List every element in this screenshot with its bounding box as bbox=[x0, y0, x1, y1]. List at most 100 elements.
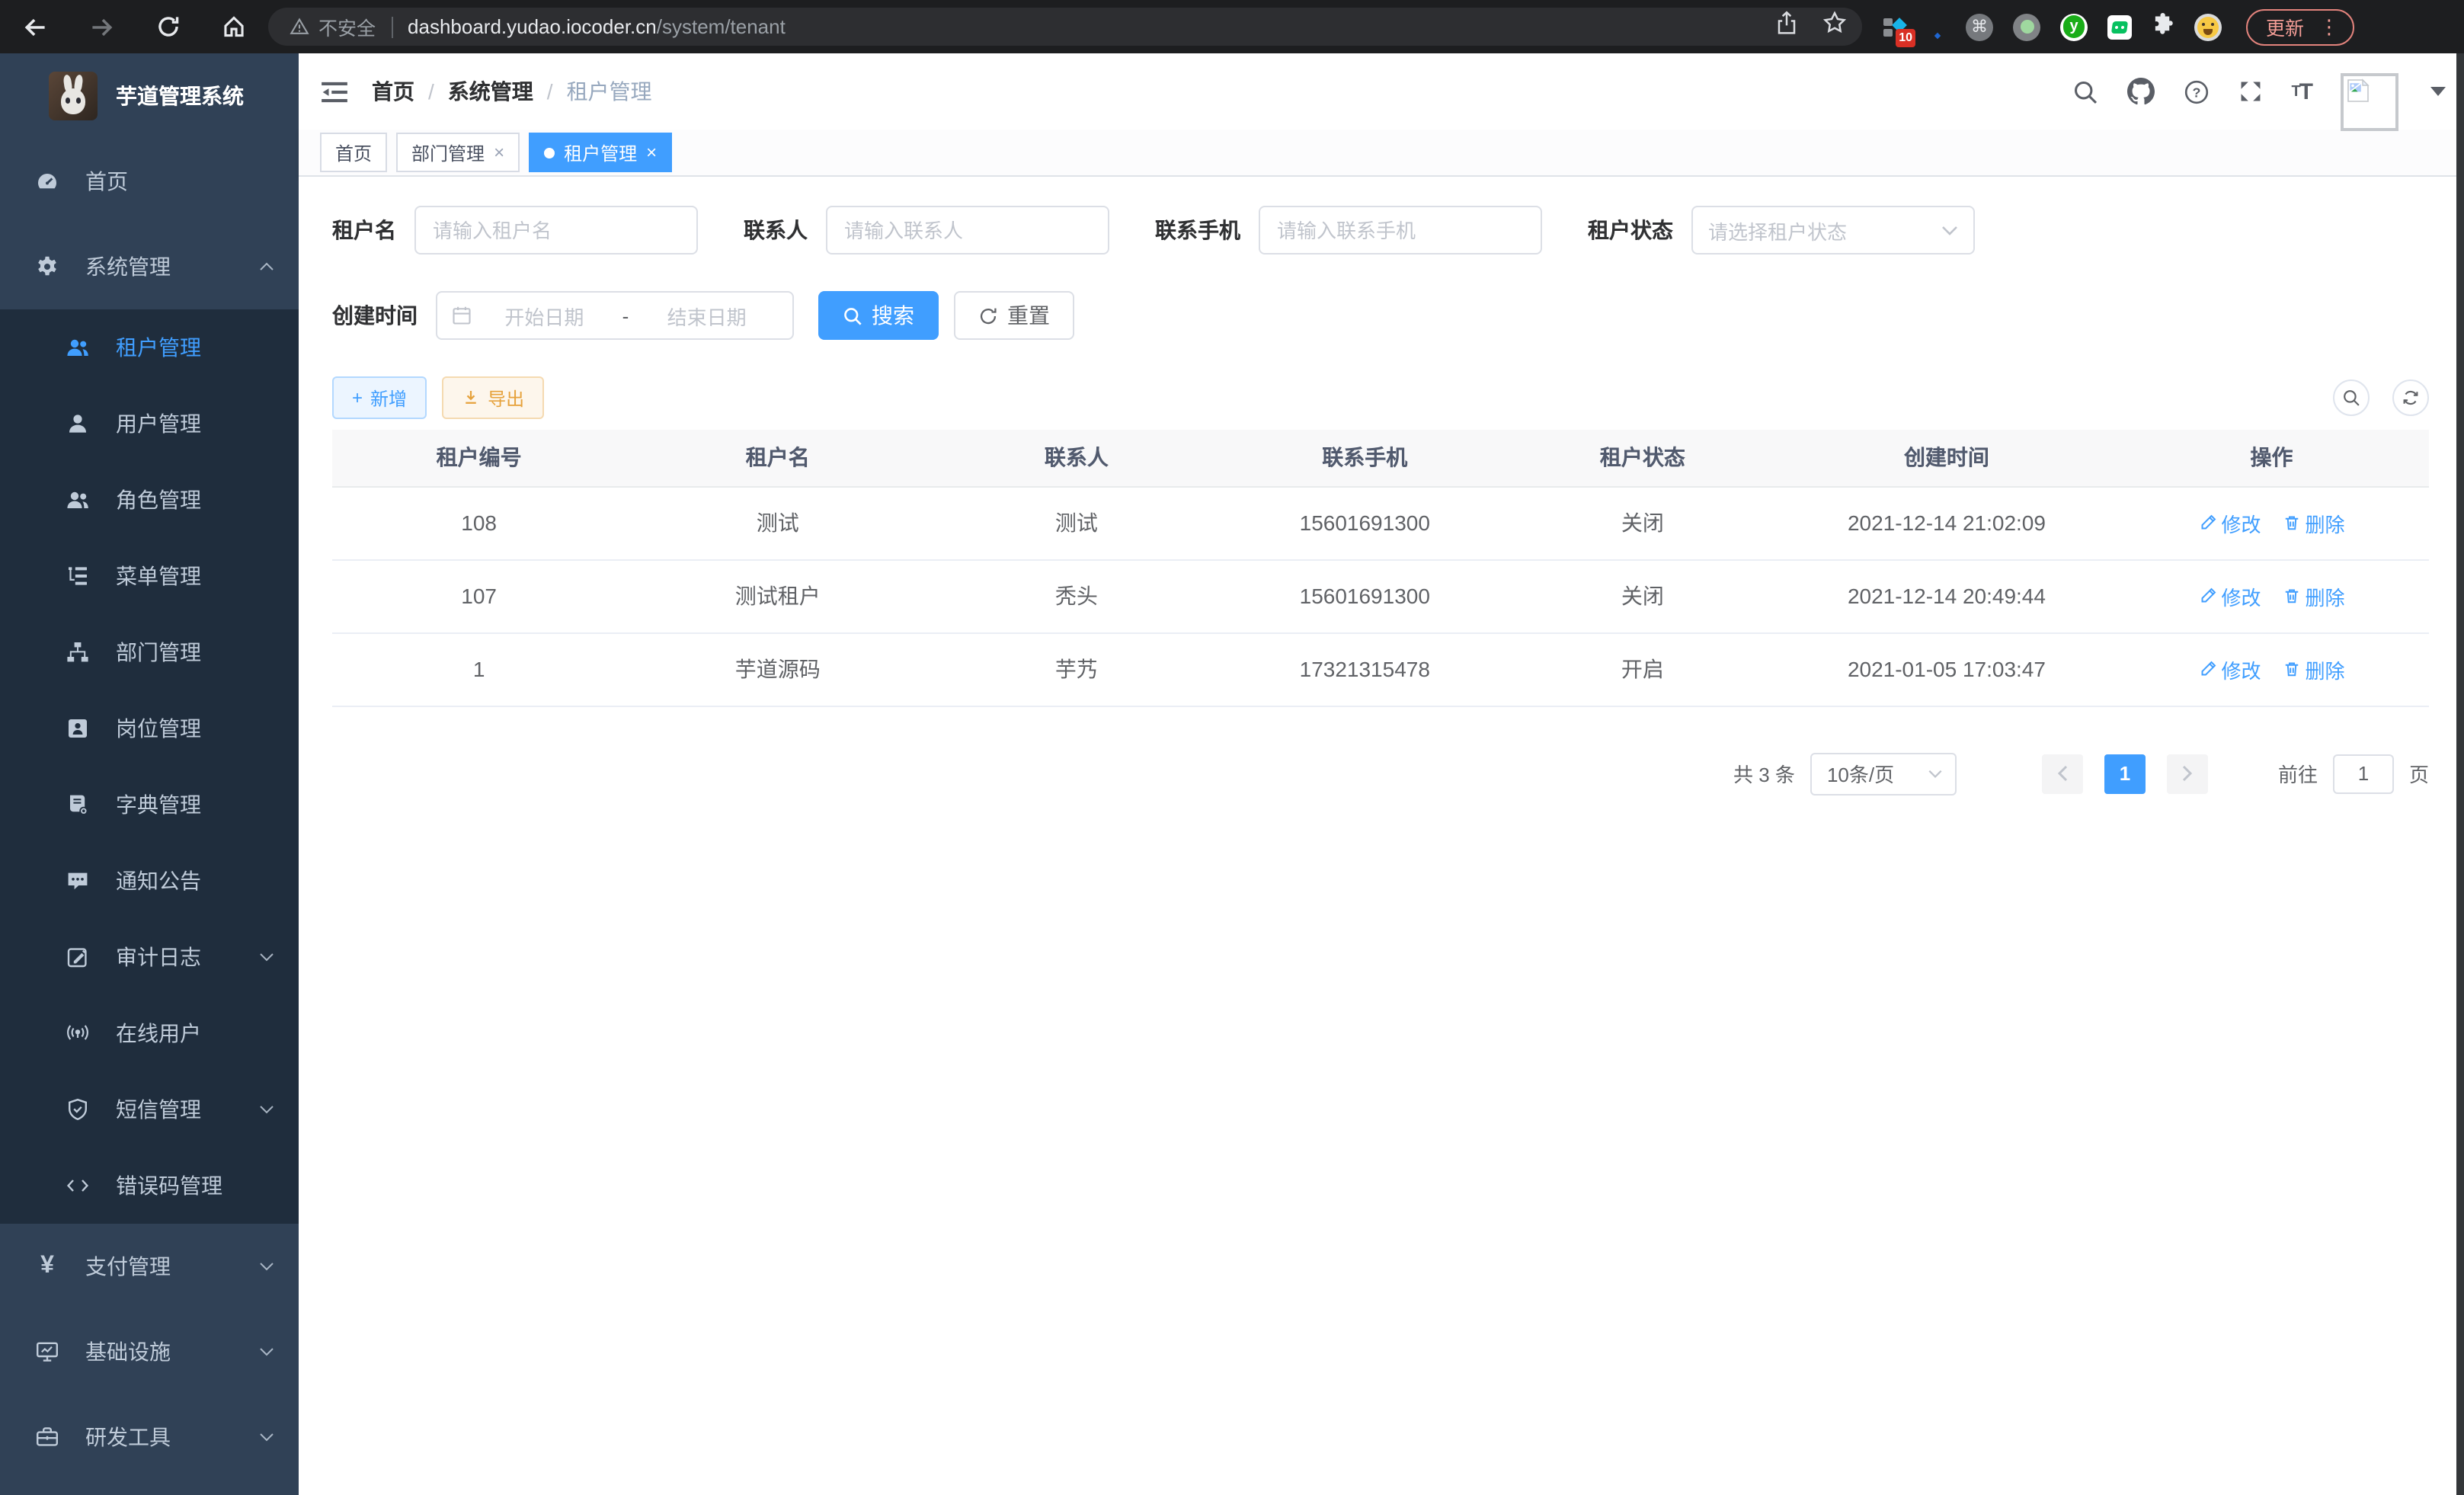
page-1-button[interactable]: 1 bbox=[2104, 754, 2146, 793]
extension-puzzle-icon[interactable] bbox=[2152, 11, 2174, 42]
trash-icon bbox=[2283, 514, 2301, 532]
github-icon[interactable] bbox=[2126, 78, 2154, 105]
browser-reload-button[interactable] bbox=[155, 14, 181, 40]
trash-icon bbox=[2283, 660, 2301, 678]
contact-input[interactable] bbox=[826, 206, 1109, 255]
roles-icon bbox=[61, 488, 94, 512]
avatar[interactable] bbox=[2341, 73, 2398, 131]
logo-image bbox=[49, 72, 98, 120]
chevron-down-icon bbox=[259, 952, 274, 962]
sidebar-item-error-code[interactable]: 错误码管理 bbox=[0, 1148, 299, 1224]
delete-link[interactable]: 删除 bbox=[2283, 581, 2345, 610]
sidebar-item-notice[interactable]: 通知公告 bbox=[0, 843, 299, 919]
refresh-icon bbox=[978, 306, 998, 325]
close-icon[interactable]: × bbox=[646, 143, 657, 162]
tenant-name-label: 租户名 bbox=[332, 215, 396, 245]
start-date-placeholder: 开始日期 bbox=[472, 301, 616, 330]
sidebar-item-online-user[interactable]: 在线用户 bbox=[0, 995, 299, 1071]
browser-forward-button[interactable] bbox=[88, 13, 116, 40]
tab-home[interactable]: 首页 bbox=[320, 133, 387, 172]
browser-back-button[interactable] bbox=[21, 13, 49, 40]
chevron-down-icon bbox=[259, 1347, 274, 1356]
delete-link[interactable]: 删除 bbox=[2283, 655, 2345, 683]
browser-home-button[interactable] bbox=[221, 14, 247, 40]
next-page-button[interactable] bbox=[2167, 754, 2208, 793]
tab-tenant[interactable]: 租户管理 × bbox=[529, 133, 672, 172]
add-button[interactable]: + 新增 bbox=[332, 376, 427, 419]
extension-command-icon[interactable]: ⌘ bbox=[1966, 13, 1993, 40]
sidebar-item-payment[interactable]: ¥ 支付管理 bbox=[0, 1224, 299, 1309]
browser-menu-icon[interactable]: ⋮ bbox=[2319, 14, 2339, 39]
table-row: 108 测试 测试 15601691300 关闭 2021-12-14 21:0… bbox=[332, 486, 2429, 559]
export-button[interactable]: 导出 bbox=[442, 376, 544, 419]
search-icon bbox=[2342, 389, 2360, 407]
screen: 不安全 dashboard.yudao.iocoder.cn/system/te… bbox=[0, 0, 2464, 1495]
sidebar-item-audit-log[interactable]: 审计日志 bbox=[0, 919, 299, 995]
yen-icon: ¥ bbox=[30, 1254, 64, 1279]
chevron-up-icon bbox=[259, 262, 274, 271]
url-bar[interactable]: 不安全 dashboard.yudao.iocoder.cn/system/te… bbox=[268, 8, 1862, 46]
chevron-down-icon bbox=[1928, 769, 1943, 778]
sidebar-item-dict[interactable]: 字典管理 bbox=[0, 767, 299, 843]
browser-update-button[interactable]: 更新 ⋮ bbox=[2246, 8, 2354, 45]
extension-badge: 10 bbox=[1896, 28, 1915, 46]
extension-tabs-icon[interactable]: 10 bbox=[1883, 16, 1908, 37]
bookmark-star-icon[interactable] bbox=[1822, 11, 1847, 43]
search-icon[interactable] bbox=[2072, 78, 2098, 104]
edit-link[interactable]: 修改 bbox=[2199, 508, 2261, 537]
breadcrumb-system[interactable]: 系统管理 bbox=[448, 76, 533, 107]
edit-link[interactable]: 修改 bbox=[2199, 581, 2261, 610]
svg-text:?: ? bbox=[2192, 84, 2200, 99]
fullscreen-icon[interactable] bbox=[2238, 79, 2262, 104]
col-contact: 联系人 bbox=[930, 430, 1223, 486]
sidebar-item-system[interactable]: 系统管理 bbox=[0, 224, 299, 309]
page-suffix: 页 bbox=[2409, 759, 2429, 788]
reset-button[interactable]: 重置 bbox=[954, 291, 1074, 340]
extension-y-icon[interactable]: y bbox=[2060, 13, 2088, 40]
sidebar-item-user[interactable]: 用户管理 bbox=[0, 386, 299, 462]
col-created: 创建时间 bbox=[1779, 430, 2114, 486]
help-icon[interactable]: ? bbox=[2183, 78, 2209, 104]
extension-chat-icon[interactable] bbox=[2107, 14, 2132, 39]
tenant-name-input[interactable] bbox=[414, 206, 698, 255]
sidebar-item-tenant[interactable]: 租户管理 bbox=[0, 309, 299, 386]
goto-page-input[interactable] bbox=[2333, 754, 2394, 793]
phone-input[interactable] bbox=[1259, 206, 1542, 255]
chevron-right-icon bbox=[2182, 765, 2193, 782]
extension-balloon-icon[interactable] bbox=[1928, 16, 1946, 37]
security-chip[interactable]: 不安全 bbox=[290, 12, 376, 41]
close-icon[interactable]: × bbox=[494, 143, 504, 162]
edit-link[interactable]: 修改 bbox=[2199, 655, 2261, 683]
avatar-dropdown-icon[interactable] bbox=[2430, 87, 2446, 96]
trash-icon bbox=[2283, 587, 2301, 605]
search-button[interactable]: 搜索 bbox=[818, 291, 939, 340]
refresh-button[interactable] bbox=[2392, 379, 2429, 416]
sidebar-item-post[interactable]: 岗位管理 bbox=[0, 690, 299, 767]
extension-emoji-icon[interactable] bbox=[2194, 13, 2222, 40]
window-edge bbox=[2456, 53, 2464, 1495]
status-text: 关闭 bbox=[1506, 486, 1779, 559]
sidebar-item-dev-tools[interactable]: 研发工具 bbox=[0, 1394, 299, 1480]
prev-page-button[interactable] bbox=[2042, 754, 2083, 793]
sidebar-item-home[interactable]: 首页 bbox=[0, 139, 299, 224]
sidebar-item-dept[interactable]: 部门管理 bbox=[0, 614, 299, 690]
app-logo[interactable]: 芋道管理系统 bbox=[0, 53, 299, 139]
extension-dot-icon[interactable] bbox=[2013, 13, 2040, 40]
sidebar-item-menu[interactable]: 菜单管理 bbox=[0, 538, 299, 614]
font-size-icon[interactable]: TT bbox=[2291, 78, 2312, 104]
plus-icon: + bbox=[352, 387, 363, 408]
date-range-picker[interactable]: 开始日期 - 结束日期 bbox=[436, 291, 794, 340]
breadcrumb-home[interactable]: 首页 bbox=[372, 76, 414, 107]
tab-dept[interactable]: 部门管理 × bbox=[396, 133, 520, 172]
sidebar-item-sms[interactable]: 短信管理 bbox=[0, 1071, 299, 1148]
sidebar-item-role[interactable]: 角色管理 bbox=[0, 462, 299, 538]
share-icon[interactable] bbox=[1775, 11, 1798, 43]
page-size-select[interactable]: 10条/页 bbox=[1810, 752, 1957, 795]
col-actions: 操作 bbox=[2114, 430, 2429, 486]
status-select[interactable]: 请选择租户状态 bbox=[1691, 206, 1975, 255]
delete-link[interactable]: 删除 bbox=[2283, 508, 2345, 537]
show-search-button[interactable] bbox=[2333, 379, 2370, 416]
sidebar-collapse-button[interactable] bbox=[322, 80, 347, 103]
sidebar-item-infra[interactable]: 基础设施 bbox=[0, 1309, 299, 1394]
refresh-icon bbox=[2402, 389, 2420, 407]
